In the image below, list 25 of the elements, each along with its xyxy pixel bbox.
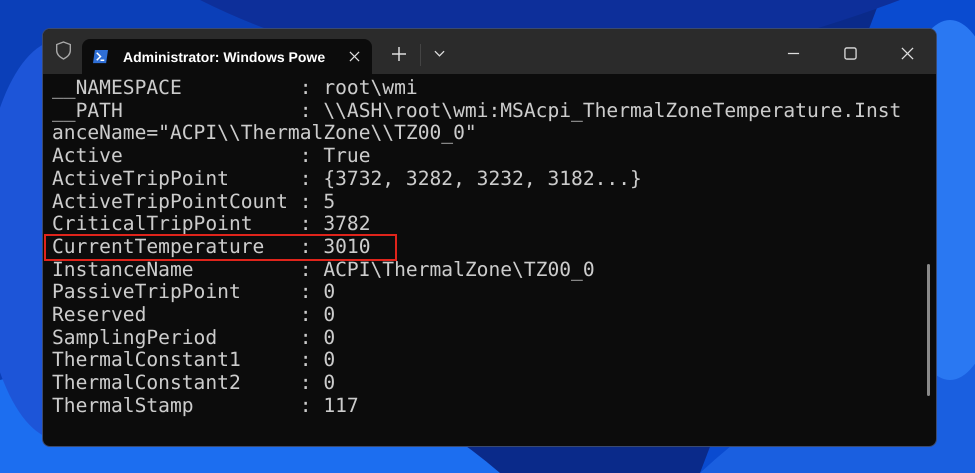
close-tab-icon[interactable] bbox=[349, 51, 360, 62]
output-line: ActiveTripPoint : {3732, 3282, 3232, 3182...} bbox=[52, 168, 642, 191]
scrollbar[interactable] bbox=[927, 264, 930, 396]
close-icon[interactable] bbox=[901, 47, 914, 60]
output-line: Reserved : 0 bbox=[52, 304, 336, 327]
output-line: __PATH : \\ASH\root\wmi:MSAcpi_ThermalZoneTemperature.Inst bbox=[52, 100, 902, 122]
output-line: ThermalStamp : 117 bbox=[52, 394, 359, 418]
shield-icon bbox=[55, 41, 72, 60]
output-line: ActiveTripPointCount : 5 bbox=[52, 190, 336, 214]
output-line: ThermalConstant2 : 0 bbox=[52, 372, 336, 395]
powershell-icon bbox=[92, 49, 109, 64]
output-line: ThermalConstant1 : 0 bbox=[52, 349, 336, 372]
tab[interactable]: Administrator: Windows Powe bbox=[82, 39, 372, 74]
output-line: anceName="ACPI\\ThermalZone\\TZ00_0" bbox=[52, 122, 477, 146]
output-line: InstanceName : ACPI\ThermalZone\TZ00_0 bbox=[52, 258, 595, 282]
dropdown-icon[interactable] bbox=[434, 50, 445, 57]
output-line: PassiveTripPoint : 0 bbox=[52, 281, 336, 304]
tab-title: Administrator: Windows Powe bbox=[123, 48, 326, 64]
new-tab-icon[interactable] bbox=[392, 47, 406, 61]
highlighted-output-line: CurrentTemperature : 3010 bbox=[46, 236, 395, 259]
output-line: SamplingPeriod : 0 bbox=[52, 326, 336, 350]
output-line: CriticalTripPoint : 3782 bbox=[52, 213, 371, 236]
output-line: __NAMESPACE : root\wmi bbox=[52, 77, 418, 100]
output-line: Active : True bbox=[52, 145, 371, 168]
maximize-icon[interactable] bbox=[844, 47, 857, 60]
